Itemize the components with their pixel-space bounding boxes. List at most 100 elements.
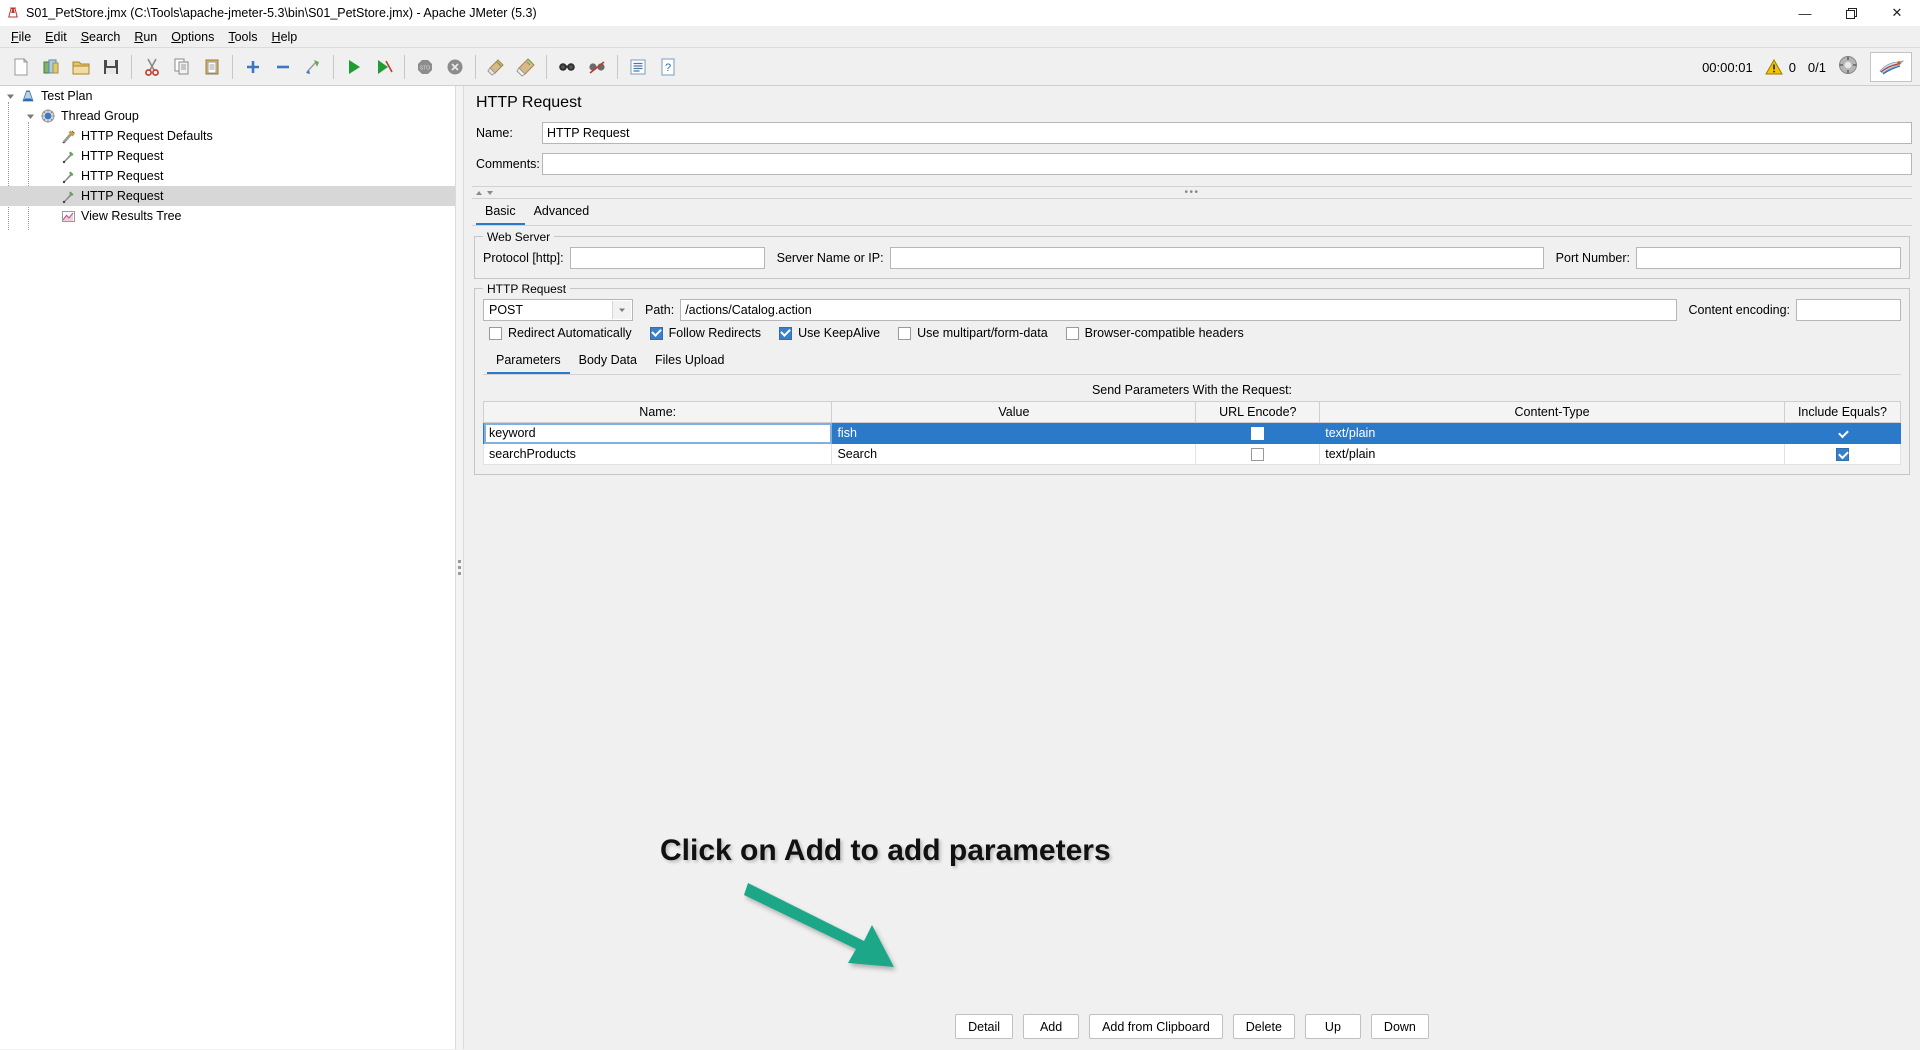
- restore-button[interactable]: [1828, 0, 1874, 26]
- tab-parameters[interactable]: Parameters: [487, 348, 570, 374]
- tab-advanced[interactable]: Advanced: [525, 199, 599, 225]
- use-multipart-checkbox[interactable]: [898, 326, 912, 340]
- chevron-down-icon[interactable]: [2, 86, 18, 106]
- menu-file[interactable]: File: [4, 28, 38, 46]
- toggle-icon[interactable]: [298, 52, 328, 82]
- search-icon[interactable]: [552, 52, 582, 82]
- minimize-button[interactable]: —: [1782, 0, 1828, 26]
- cell-url-encode[interactable]: [1195, 422, 1321, 444]
- up-button[interactable]: Up: [1304, 1014, 1361, 1039]
- method-select[interactable]: POST: [483, 299, 633, 321]
- table-row[interactable]: searchProducts Search text/plain: [482, 443, 1902, 465]
- warning-indicator[interactable]: 0: [1764, 58, 1796, 76]
- use-keepalive-checkbox[interactable]: [779, 326, 793, 340]
- cell-content-type[interactable]: text/plain: [1319, 443, 1785, 465]
- save-icon[interactable]: [96, 52, 126, 82]
- clear-icon[interactable]: [481, 52, 511, 82]
- add-button[interactable]: Add: [1023, 1014, 1080, 1039]
- delete-button[interactable]: Delete: [1232, 1014, 1295, 1039]
- parameters-table[interactable]: Name: Value URL Encode? Content-Type Inc…: [482, 401, 1902, 465]
- cell-name[interactable]: keyword: [482, 422, 833, 444]
- tab-files-upload[interactable]: Files Upload: [646, 348, 733, 374]
- paste-icon[interactable]: [197, 52, 227, 82]
- collapse-all-icon[interactable]: [268, 52, 298, 82]
- tree-item-http-request-defaults[interactable]: HTTP Request Defaults: [0, 126, 455, 146]
- include-equals-checkbox[interactable]: [1835, 448, 1849, 462]
- menu-search[interactable]: Search: [74, 28, 128, 46]
- detail-button[interactable]: Detail: [955, 1014, 1014, 1039]
- chevron-down-icon[interactable]: [22, 106, 38, 126]
- cell-content-type[interactable]: text/plain: [1319, 422, 1785, 444]
- help-icon[interactable]: ?: [653, 52, 683, 82]
- expand-all-icon[interactable]: [238, 52, 268, 82]
- cell-include-equals[interactable]: [1783, 422, 1902, 444]
- jmeter-logo-icon[interactable]: [1870, 52, 1912, 82]
- browser-compatible-headers-option[interactable]: Browser-compatible headers: [1065, 326, 1244, 340]
- menu-tools[interactable]: Tools: [221, 28, 264, 46]
- redirect-automatically-option[interactable]: Redirect Automatically: [489, 326, 632, 340]
- menu-options[interactable]: Options: [164, 28, 221, 46]
- new-icon[interactable]: [6, 52, 36, 82]
- browser-compatible-headers-checkbox[interactable]: [1065, 326, 1079, 340]
- copy-icon[interactable]: [167, 52, 197, 82]
- add-from-clipboard-button[interactable]: Add from Clipboard: [1089, 1014, 1223, 1039]
- menu-file-rest: ile: [18, 29, 32, 44]
- use-multipart-option[interactable]: Use multipart/form-data: [898, 326, 1048, 340]
- cell-value[interactable]: fish: [831, 422, 1197, 444]
- reset-search-icon[interactable]: [582, 52, 612, 82]
- tree-item-thread-group[interactable]: Thread Group: [0, 106, 455, 126]
- cell-value[interactable]: Search: [831, 443, 1197, 465]
- protocol-input[interactable]: [569, 247, 765, 269]
- view-results-tree-icon: [58, 206, 78, 226]
- shutdown-icon[interactable]: [440, 52, 470, 82]
- cell-name[interactable]: searchProducts: [482, 443, 833, 465]
- tree-item-http-request-3-selected[interactable]: HTTP Request: [0, 186, 455, 206]
- cell-include-equals[interactable]: [1783, 443, 1902, 465]
- name-input[interactable]: HTTP Request: [542, 122, 1912, 144]
- tab-basic[interactable]: Basic: [476, 199, 525, 225]
- url-encode-checkbox[interactable]: [1251, 427, 1265, 441]
- cell-url-encode[interactable]: [1195, 443, 1321, 465]
- collapse-handle-dots[interactable]: •••: [1184, 187, 1199, 198]
- server-name-input[interactable]: [889, 247, 1544, 269]
- content-encoding-input[interactable]: [1796, 299, 1901, 321]
- open-icon[interactable]: [66, 52, 96, 82]
- remote-connect-icon[interactable]: [1838, 55, 1858, 80]
- include-equals-checkbox[interactable]: [1836, 427, 1849, 440]
- use-keepalive-option[interactable]: Use KeepAlive: [779, 326, 880, 340]
- start-no-timers-icon[interactable]: [369, 52, 399, 82]
- comments-input[interactable]: [542, 153, 1912, 175]
- menu-run[interactable]: Run: [127, 28, 164, 46]
- cut-icon[interactable]: [137, 52, 167, 82]
- collapse-arrows[interactable]: [472, 189, 494, 197]
- test-plan-tree[interactable]: Test Plan Thread Group HTTP Request Defa…: [0, 86, 455, 1049]
- tab-body-data[interactable]: Body Data: [570, 348, 646, 374]
- column-header-value[interactable]: Value: [831, 401, 1197, 423]
- chevron-down-icon[interactable]: [612, 301, 631, 319]
- start-icon[interactable]: [339, 52, 369, 82]
- tree-item-http-request-1[interactable]: HTTP Request: [0, 146, 455, 166]
- close-button[interactable]: ✕: [1874, 0, 1920, 26]
- port-number-input[interactable]: [1636, 247, 1901, 269]
- column-header-include-equals[interactable]: Include Equals?: [1783, 401, 1902, 423]
- table-row[interactable]: keyword fish text/plain: [482, 422, 1902, 444]
- column-header-name[interactable]: Name:: [482, 401, 833, 423]
- tree-item-http-request-2[interactable]: HTTP Request: [0, 166, 455, 186]
- path-input[interactable]: /actions/Catalog.action: [680, 299, 1677, 321]
- follow-redirects-option[interactable]: Follow Redirects: [649, 326, 761, 340]
- menu-edit[interactable]: Edit: [38, 28, 74, 46]
- url-encode-checkbox[interactable]: [1251, 448, 1265, 462]
- column-header-content-type[interactable]: Content-Type: [1319, 401, 1785, 423]
- column-header-url-encode[interactable]: URL Encode?: [1195, 401, 1321, 423]
- stop-icon[interactable]: STO: [410, 52, 440, 82]
- clear-all-icon[interactable]: [511, 52, 541, 82]
- templates-icon[interactable]: [36, 52, 66, 82]
- function-helper-icon[interactable]: [623, 52, 653, 82]
- tree-item-view-results-tree[interactable]: View Results Tree: [0, 206, 455, 226]
- panel-splitter[interactable]: [455, 86, 464, 1049]
- follow-redirects-checkbox[interactable]: [649, 326, 663, 340]
- menu-help[interactable]: Help: [265, 28, 305, 46]
- tree-item-test-plan[interactable]: Test Plan: [0, 86, 455, 106]
- down-button[interactable]: Down: [1370, 1014, 1429, 1039]
- redirect-automatically-checkbox[interactable]: [489, 326, 502, 340]
